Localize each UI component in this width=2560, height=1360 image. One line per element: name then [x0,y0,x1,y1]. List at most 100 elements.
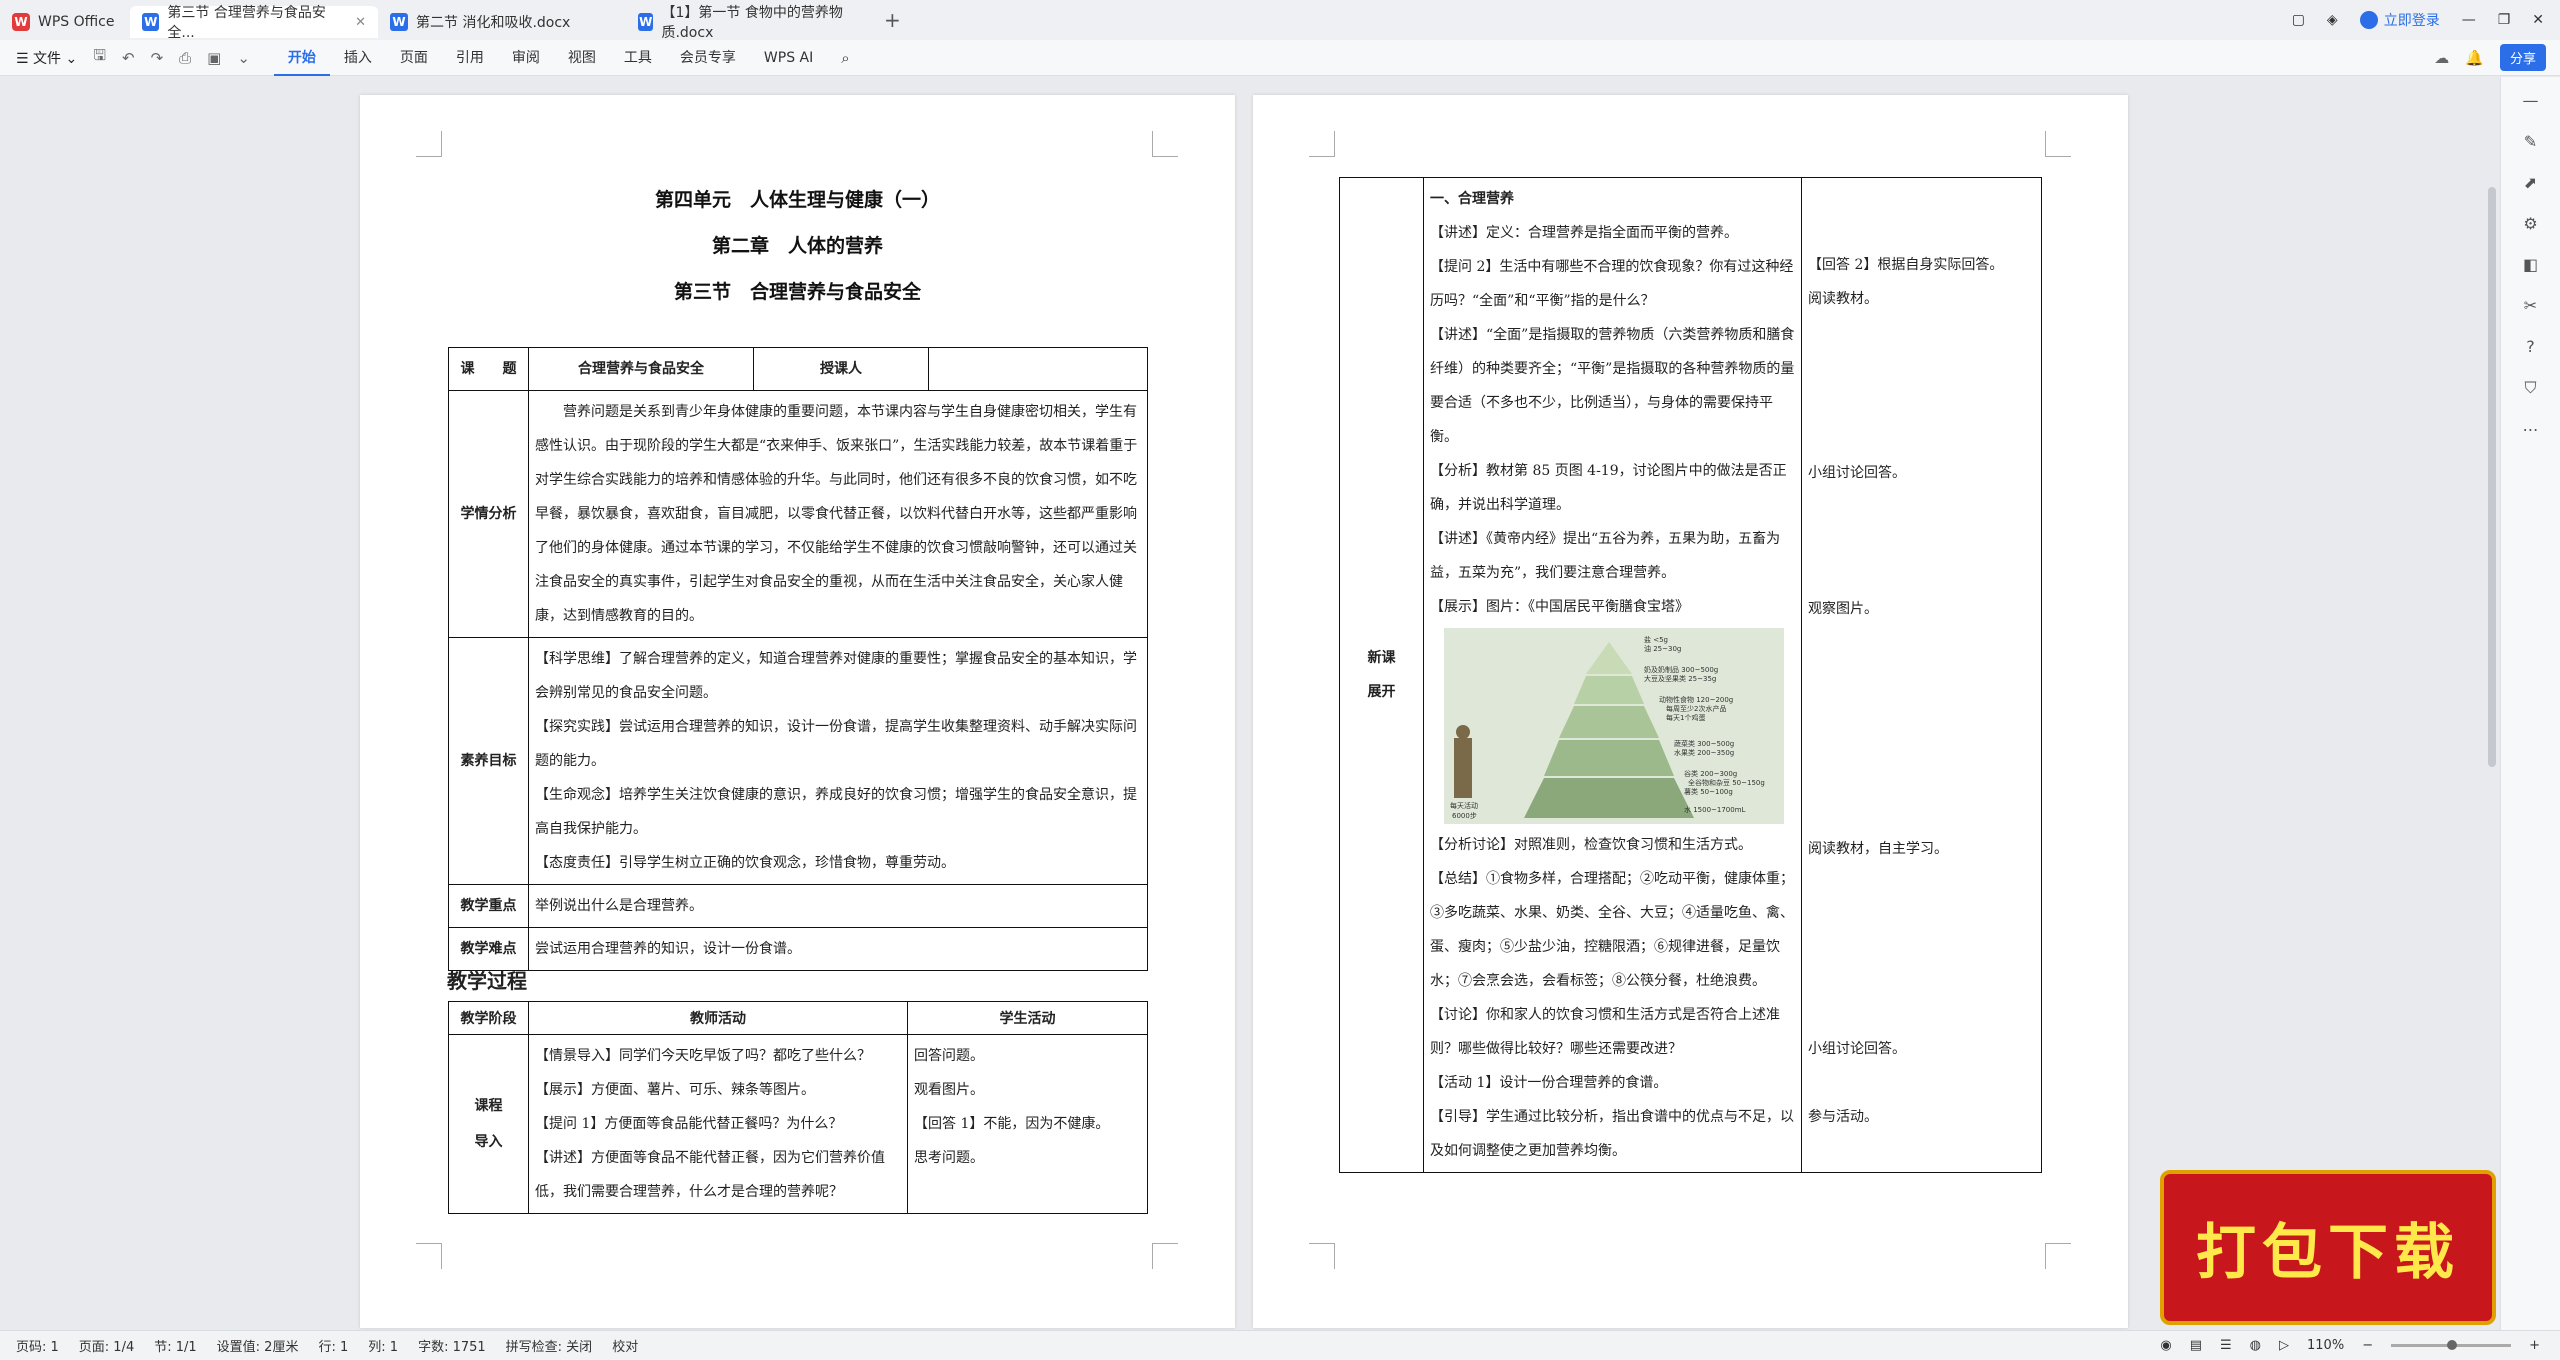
tab-view[interactable]: 视图 [554,40,610,76]
settings-icon[interactable]: ⚙ [2523,214,2537,233]
share-button[interactable]: 分享 [2499,44,2546,71]
preview-icon[interactable]: ▣ [207,49,221,67]
tab-doc-active[interactable]: W 第三节 合理营养与食品安全... ✕ [130,5,378,41]
pyramid-label: 奶及奶制品 300~500g [1644,665,1718,674]
student-activity: 思考问题。 [914,1150,984,1166]
save-icon[interactable]: 🖫 [93,45,106,70]
topic-label: 课 题 [448,347,529,391]
minimize-icon[interactable]: — [2462,12,2476,28]
teacher-activity: 【展示】图片：《中国居民平衡膳食宝塔》 [1430,599,1689,615]
pyramid-label: 动物性食物 120~200g [1659,695,1733,704]
pyramid-label: 每天活动 [1450,801,1478,810]
process-header: 教师活动 [528,1001,908,1035]
process-heading: 教学过程 [447,969,527,993]
tab-label: WPS Office [38,14,115,30]
crop-mark [1152,131,1178,157]
tab-home[interactable]: 开始 [273,40,330,76]
student-activity: 参与活动。 [1808,1109,1878,1125]
avatar [2359,11,2378,29]
cloud-icon[interactable]: ☁ [2434,49,2449,67]
undo-icon[interactable]: ↶ [122,49,135,67]
section-title: 第三节 合理营养与食品安全 [673,281,921,303]
teacher-activity: 【提问 1】方便面等食品能代替正餐吗？为什么？ [535,1116,843,1132]
select-icon[interactable]: ⬈ [2524,173,2537,192]
lesson-info-table: 课 题 合理营养与食品安全 授课人 学情分析 营养问题是关系到青少年身体健康的重… [448,347,1148,971]
web-view-icon[interactable]: ◍ [2250,1338,2261,1353]
tab-page[interactable]: 页面 [386,40,442,76]
play-icon[interactable]: ▷ [2279,1338,2289,1353]
tab-member[interactable]: 会员专享 [666,40,750,76]
help-icon[interactable]: ? [2526,337,2535,356]
status-spell[interactable]: 拼写检查: 关闭 [506,1336,593,1355]
status-proof[interactable]: 校对 [612,1336,638,1355]
pyramid-label: 水 1500~1700mL [1684,805,1746,814]
status-pages: 页面: 1/4 [78,1340,135,1355]
more-icon[interactable]: ⌄ [237,49,250,67]
teacher-activity: 【分析】教材第 85 页图 4-19，讨论图片中的做法是否正确，并说出科学道理。 [1430,463,1787,513]
zoom-level[interactable]: 110% [2307,1338,2344,1353]
tab-wps-ai[interactable]: WPS AI [750,40,827,76]
teacher-activity-cell: 【情景导入】同学们今天吃早饭了吗？都吃了些什么？ 【展示】方便面、薯片、可乐、辣… [528,1034,908,1214]
goal-item: 【科学思维】了解合理营养的定义，知道合理营养对健康的重要性；掌握食品安全的基本知… [535,651,1137,701]
crop-mark [416,1243,442,1269]
more-options-icon[interactable]: ⋯ [2523,420,2539,439]
zoom-out-icon[interactable]: − [2362,1338,2373,1353]
outline-view-icon[interactable]: ☰ [2220,1338,2232,1353]
edit-icon[interactable]: ✎ [2524,132,2537,151]
teacher-activity: 【讲述】方便面等食品不能代替正餐，因为它们营养价值低，我们需要合理营养，什么才是… [535,1150,885,1200]
vertical-scrollbar[interactable] [2488,187,2496,767]
pyramid-label: 每周至少2次水产品 [1666,704,1726,713]
tab-tools[interactable]: 工具 [610,40,666,76]
new-tab-icon[interactable]: + [884,8,901,32]
restore-icon[interactable]: ❐ [2498,12,2511,28]
crop-mark [1309,131,1335,157]
status-words[interactable]: 字数: 1751 [418,1336,486,1355]
collapse-icon[interactable]: — [2523,91,2539,110]
title-bar: W WPS Office W 第三节 合理营养与食品安全... ✕ W 第二节 … [0,0,2560,41]
student-activity: 【回答 2】根据自身实际回答。 [1808,257,2004,273]
tab-reference[interactable]: 引用 [442,40,498,76]
pyramid-label: 大豆及坚果类 25~35g [1644,674,1716,683]
workspace: 第四单元 人体生理与健康（一） 第二章 人体的营养 第三节 合理营养与食品安全 … [0,77,2560,1330]
goal-item: 【态度责任】引导学生树立正确的饮食观念，珍惜食物，尊重劳动。 [535,855,955,871]
print-icon[interactable]: ⎙ [179,49,191,67]
zoom-in-icon[interactable]: + [2529,1338,2540,1353]
student-activity: 阅读教材，自主学习。 [1808,841,1948,857]
page-view-icon[interactable]: ▤ [2190,1338,2202,1353]
cube-icon[interactable]: ◈ [2327,12,2338,28]
document-page-2: 新课 展开 一、合理营养 【讲述】定义：合理营养是指全面而平衡的营养。 【提问 … [1253,95,2128,1328]
shirt-icon[interactable]: ⛉ [2524,378,2536,398]
student-activity: 观察图片。 [1808,601,1878,617]
status-setting[interactable]: 设置值: 2厘米 [217,1336,299,1355]
menu-file[interactable]: ☰ 文件 ⌄ [16,48,77,68]
close-tab-icon[interactable]: ✕ [355,15,366,30]
topic-value: 合理营养与食品安全 [528,347,754,391]
close-window-icon[interactable]: ✕ [2532,12,2544,28]
download-promo-banner[interactable]: 打包下载 [2160,1170,2496,1325]
tools-icon[interactable]: ✂ [2524,296,2537,315]
process-table-continued: 新课 展开 一、合理营养 【讲述】定义：合理营养是指全面而平衡的营养。 【提问 … [1339,177,2042,1173]
student-activity: 小组讨论回答。 [1808,1041,1906,1057]
tab-doc-2[interactable]: W 第二节 消化和吸收.docx [378,6,626,38]
process-header: 教学阶段 [448,1001,529,1035]
status-page: 页码: 1 [16,1340,59,1355]
zoom-slider[interactable] [2391,1340,2512,1350]
redo-icon[interactable]: ↷ [151,49,164,67]
search-icon[interactable]: ⌕ [827,40,863,76]
tab-review[interactable]: 审阅 [498,40,554,76]
tab-doc-3[interactable]: W 【1】第一节 食物中的营养物质.docx [626,5,874,41]
window-list-icon[interactable]: ▢ [2292,12,2305,28]
login-button[interactable]: 立即登录 [2359,10,2440,30]
stage-label: 课程 导入 [448,1034,529,1214]
student-activity: 回答问题。 [914,1048,984,1064]
pyramid-label: 谷类 200~300g [1684,769,1737,778]
tab-wps-office[interactable]: W WPS Office [0,6,130,38]
teacher-activity-cell: 一、合理营养 【讲述】定义：合理营养是指全面而平衡的营养。 【提问 2】生活中有… [1423,177,1802,1173]
teacher-activity: 【情景导入】同学们今天吃早饭了吗？都吃了些什么？ [535,1048,871,1064]
student-activity: 观看图片。 [914,1082,984,1098]
style-icon[interactable]: ◧ [2523,255,2538,274]
bell-icon[interactable]: 🔔 [2465,49,2484,67]
right-sidebar: — ✎ ⬈ ⚙ ◧ ✂ ? ⛉ ⋯ [2500,77,2560,1330]
eye-icon[interactable]: ◉ [2160,1338,2171,1353]
tab-insert[interactable]: 插入 [330,40,386,76]
